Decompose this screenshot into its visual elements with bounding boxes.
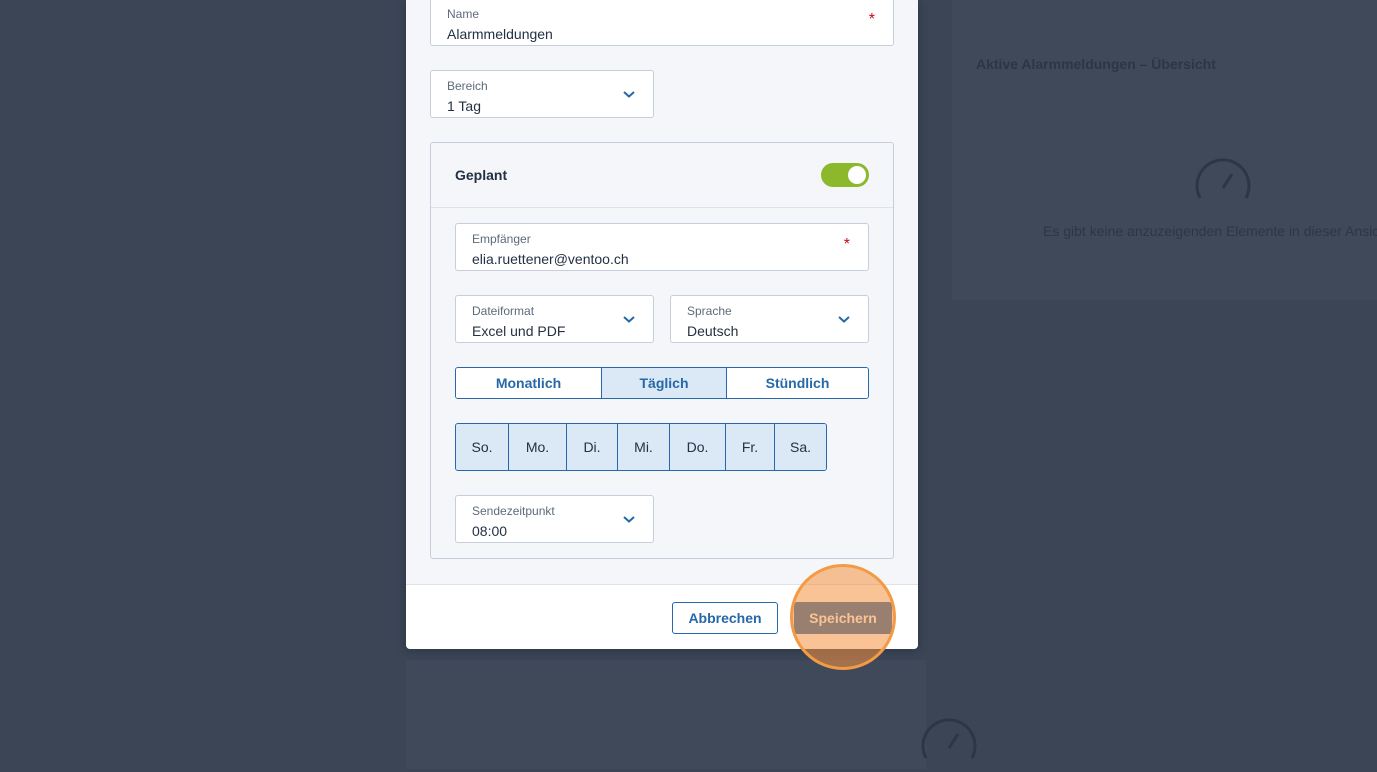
frequency-hourly[interactable]: Stündlich [727, 368, 868, 398]
schedule-title: Geplant [455, 167, 508, 183]
frequency-selector: Monatlich Täglich Stündlich [455, 367, 869, 399]
send-time-select[interactable]: Sendezeitpunkt 08:00 [455, 495, 654, 543]
background-panel-top [952, 0, 1377, 300]
day-sunday[interactable]: So. [456, 424, 509, 470]
day-thursday[interactable]: Do. [670, 424, 726, 470]
toggle-knob [848, 166, 866, 184]
chevron-down-icon [623, 516, 635, 523]
name-label: Name [447, 7, 480, 21]
background-panel-bottom [406, 660, 926, 769]
day-saturday[interactable]: Sa. [775, 424, 826, 470]
file-format-select[interactable]: Dateiformat Excel und PDF [455, 295, 654, 343]
report-settings-dialog: Name Alarmmeldungen * Bereich 1 Tag Gepl… [406, 0, 918, 649]
recipient-label: Empfänger [472, 232, 531, 246]
frequency-monthly[interactable]: Monatlich [456, 368, 602, 398]
range-select[interactable]: Bereich 1 Tag [430, 70, 654, 118]
required-mark: * [843, 236, 850, 253]
recipient-field[interactable]: Empfänger elia.ruettener@ventoo.ch * [455, 223, 869, 271]
day-friday[interactable]: Fr. [726, 424, 775, 470]
language-label: Sprache [687, 304, 732, 318]
name-value: Alarmmeldungen [447, 26, 553, 42]
chevron-down-icon [623, 91, 635, 98]
frequency-daily[interactable]: Täglich [602, 368, 727, 398]
schedule-header: Geplant [431, 143, 893, 208]
chevron-down-icon [838, 316, 850, 323]
schedule-section: Geplant Empfänger elia.ruettener@ventoo.… [430, 142, 894, 559]
day-monday[interactable]: Mo. [509, 424, 567, 470]
recipient-value: elia.ruettener@ventoo.ch [472, 251, 629, 267]
gauge-icon [1195, 158, 1251, 199]
dialog-footer: Abbrechen Speichern [406, 584, 918, 649]
file-format-value: Excel und PDF [472, 323, 566, 339]
file-format-label: Dateiformat [472, 304, 535, 318]
cancel-button[interactable]: Abbrechen [672, 602, 778, 634]
language-select[interactable]: Sprache Deutsch [670, 295, 869, 343]
scheduled-toggle[interactable] [821, 163, 869, 187]
send-time-value: 08:00 [472, 523, 508, 539]
range-label: Bereich [447, 79, 488, 93]
day-wednesday[interactable]: Mi. [618, 424, 670, 470]
save-button[interactable]: Speichern [794, 602, 892, 634]
background-panel-title: Aktive Alarmmeldungen – Übersicht [976, 56, 1216, 72]
background-empty-message: Es gibt keine anzuzeigenden Elemente in … [1043, 223, 1377, 239]
weekday-selector: So. Mo. Di. Mi. Do. Fr. Sa. [455, 423, 827, 471]
language-value: Deutsch [687, 323, 739, 339]
day-tuesday[interactable]: Di. [567, 424, 618, 470]
send-time-label: Sendezeitpunkt [472, 504, 555, 518]
range-value: 1 Tag [447, 98, 481, 114]
required-mark: * [868, 11, 875, 28]
chevron-down-icon [623, 316, 635, 323]
name-field[interactable]: Name Alarmmeldungen * [430, 0, 894, 46]
gauge-icon [921, 718, 977, 759]
